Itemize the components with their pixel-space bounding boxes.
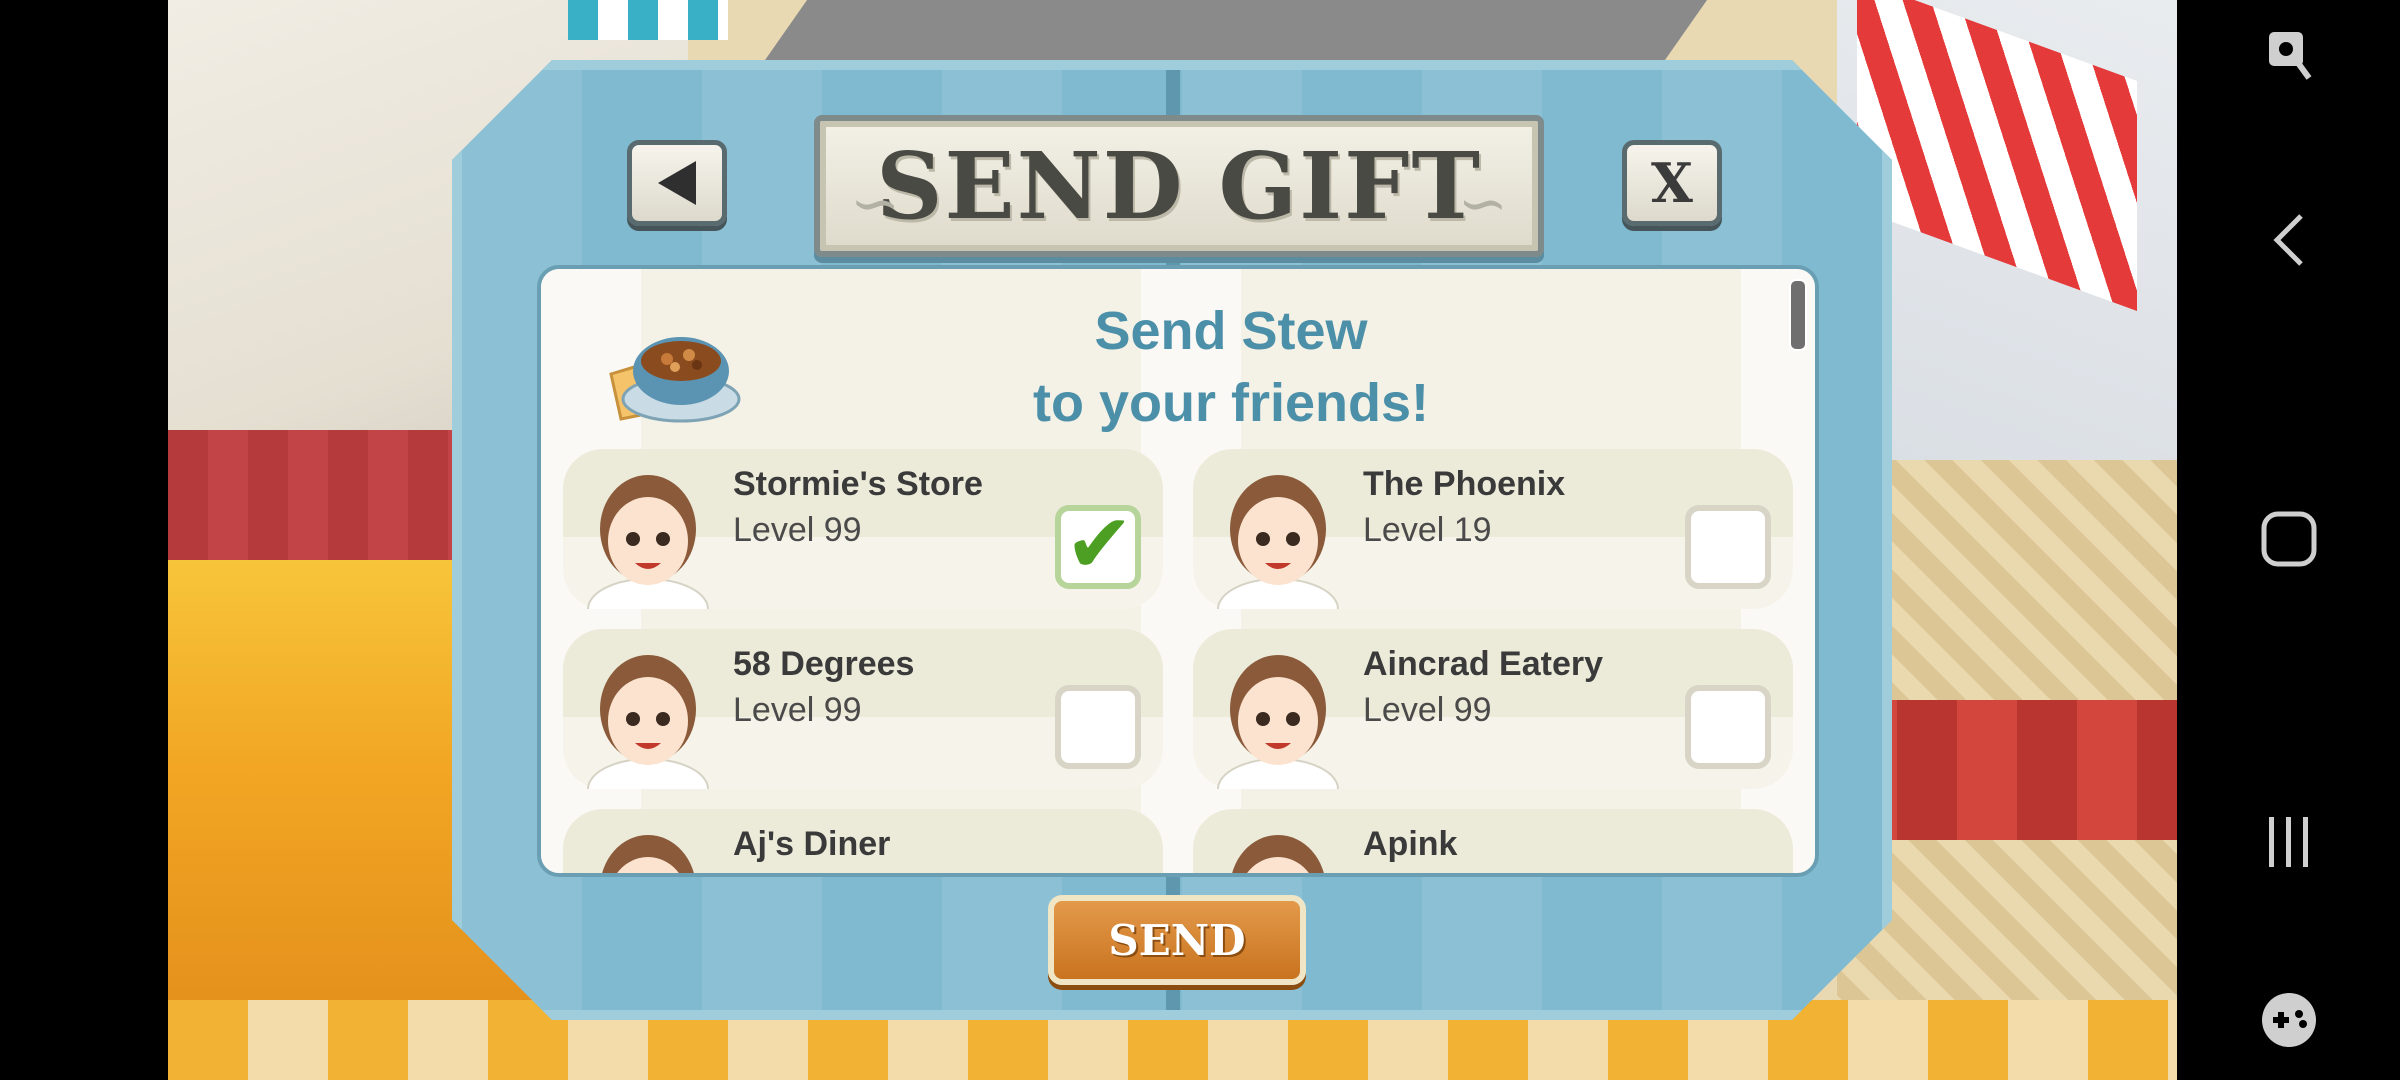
home-icon[interactable] xyxy=(2260,510,2318,568)
friend-checkbox[interactable] xyxy=(1055,685,1141,769)
friend-row[interactable]: Stormie's Store Level 99 ✔ xyxy=(563,449,1163,609)
friend-checkbox[interactable] xyxy=(1685,685,1771,769)
friend-row[interactable]: 58 Degrees Level 99 xyxy=(563,629,1163,789)
send-button-label: SEND xyxy=(1108,915,1246,965)
chef-avatar xyxy=(1203,639,1353,789)
dialog-title: SEND GIFT xyxy=(876,132,1482,240)
back-button[interactable] xyxy=(627,140,727,226)
chef-avatar xyxy=(1203,459,1353,609)
friend-name: 58 Degrees xyxy=(733,645,915,683)
scrollbar[interactable] xyxy=(1789,279,1807,351)
friend-level: Level 99 xyxy=(733,511,862,549)
friend-name: Aincrad Eatery xyxy=(1363,645,1603,683)
checkmark-icon: ✔ xyxy=(1065,497,1134,592)
awning-top xyxy=(568,0,728,40)
send-button[interactable]: SEND xyxy=(1048,895,1306,985)
send-message: Send Stew to your friends! xyxy=(841,295,1621,439)
chef-avatar xyxy=(1203,819,1353,877)
friend-row[interactable]: Aj's Diner xyxy=(563,809,1163,877)
recents-icon[interactable] xyxy=(2264,815,2314,869)
friend-name: Apink xyxy=(1363,825,1458,863)
accessibility-icon[interactable] xyxy=(2265,28,2313,84)
send-message-line1: Send Stew xyxy=(1094,301,1368,361)
swirl-ornament-left: ∽ xyxy=(850,169,901,239)
swirl-ornament-right: ∽ xyxy=(1457,169,1508,239)
triangle-left-icon xyxy=(654,157,700,209)
chef-avatar xyxy=(573,459,723,609)
friend-name: Stormie's Store xyxy=(733,465,983,503)
friend-name: The Phoenix xyxy=(1363,465,1566,503)
stew-bowl-icon xyxy=(601,319,741,429)
friend-checkbox[interactable] xyxy=(1685,505,1771,589)
friend-level: Level 99 xyxy=(733,691,862,729)
send-message-line2: to your friends! xyxy=(1032,373,1429,433)
send-gift-dialog: ∽ SEND GIFT ∽ X Send Stew to your friend… xyxy=(452,60,1892,1020)
chef-avatar xyxy=(573,819,723,877)
chef-avatar xyxy=(573,639,723,789)
friend-level: Level 19 xyxy=(1363,511,1492,549)
friend-row[interactable]: The Phoenix Level 19 xyxy=(1193,449,1793,609)
title-plate: ∽ SEND GIFT ∽ xyxy=(814,115,1544,257)
friend-name: Aj's Diner xyxy=(733,825,891,863)
game-tools-icon[interactable] xyxy=(2259,990,2319,1050)
friend-checkbox[interactable]: ✔ xyxy=(1055,505,1141,589)
system-nav-bar xyxy=(2177,0,2400,1080)
close-icon: X xyxy=(1651,151,1693,215)
friend-row[interactable]: Apink xyxy=(1193,809,1793,877)
friend-row[interactable]: Aincrad Eatery Level 99 xyxy=(1193,629,1793,789)
friends-panel[interactable]: Send Stew to your friends! Stormie's Sto… xyxy=(537,265,1819,877)
friend-level: Level 99 xyxy=(1363,691,1492,729)
close-button[interactable]: X xyxy=(1622,140,1722,226)
back-icon[interactable] xyxy=(2269,210,2309,270)
